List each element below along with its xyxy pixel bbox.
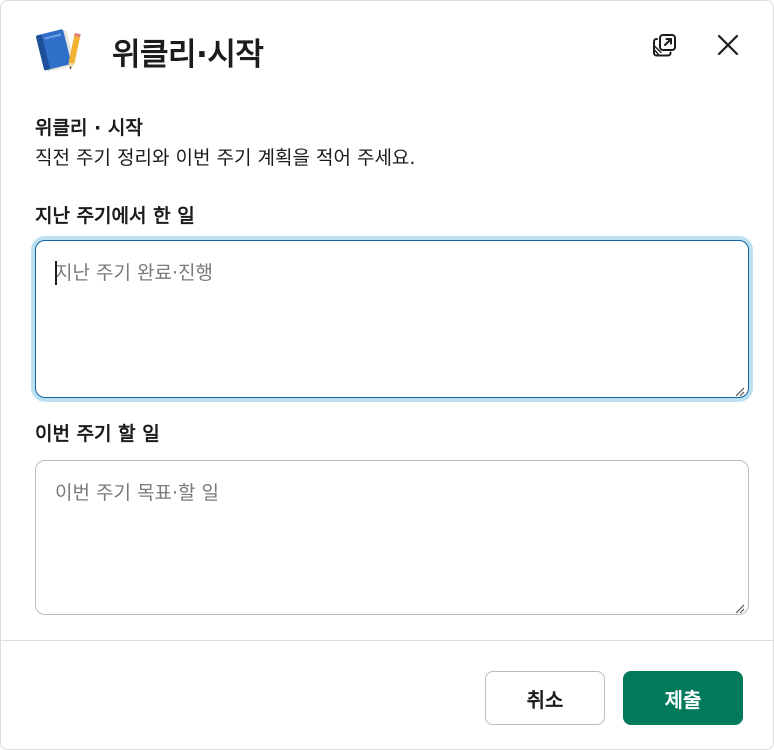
section-description: 직전 주기 정리와 이번 주기 계획을 적어 주세요. xyxy=(35,147,416,169)
submit-button[interactable]: 제출 xyxy=(623,671,743,725)
resize-handle-icon[interactable] xyxy=(733,599,745,614)
open-in-new-window-icon xyxy=(651,31,679,63)
close-icon xyxy=(716,33,740,61)
this-cycle-textarea-container xyxy=(35,460,749,615)
footer-divider xyxy=(1,640,774,641)
last-cycle-label: 지난 주기에서 한 일 xyxy=(35,205,195,227)
section-title: 위클리 · 시작 xyxy=(35,117,143,139)
modal-title: 위클리·시작 xyxy=(112,37,264,73)
popout-button[interactable] xyxy=(647,29,683,65)
last-cycle-textarea[interactable] xyxy=(36,241,748,397)
this-cycle-label: 이번 주기 할 일 xyxy=(35,423,160,445)
section-intro: 위클리 · 시작 직전 주기 정리와 이번 주기 계획을 적어 주세요. xyxy=(35,113,749,173)
close-button[interactable] xyxy=(710,29,746,65)
resize-handle-icon[interactable] xyxy=(733,382,745,397)
modal-dialog: 위클리·시작 위클리 · 시작 직전 주기 정리와 이번 주기 계획을 적어 주… xyxy=(0,0,774,750)
this-cycle-textarea[interactable] xyxy=(36,461,748,614)
modal-header: 위클리·시작 xyxy=(1,1,774,97)
blue-notebook-with-pencil-icon xyxy=(33,25,85,75)
cancel-button[interactable]: 취소 xyxy=(485,671,605,725)
last-cycle-textarea-container xyxy=(35,240,749,398)
text-caret xyxy=(55,261,57,285)
